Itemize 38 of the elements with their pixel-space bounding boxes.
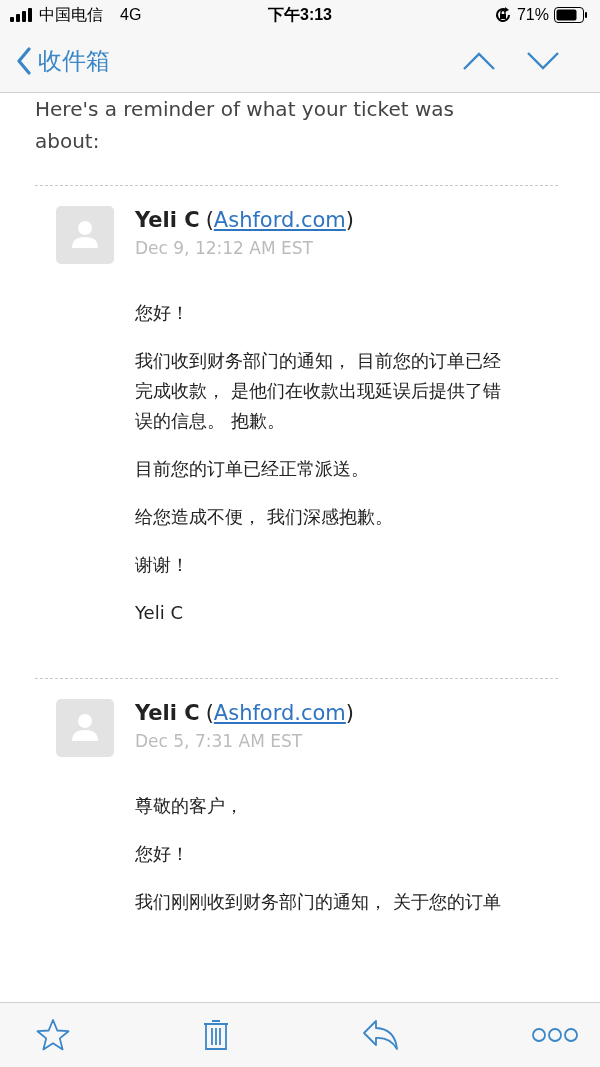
- star-button[interactable]: [36, 1018, 70, 1052]
- status-time: 下午3:13: [267, 4, 333, 25]
- message-date: Dec 5, 7:31 AM EST: [135, 731, 304, 751]
- avatar-icon: [56, 699, 114, 757]
- trash-button[interactable]: [202, 1018, 230, 1052]
- message-paragraph: 您好！: [135, 301, 190, 325]
- sender-link[interactable]: Ashford.com: [213, 701, 346, 725]
- sender-link[interactable]: Ashford.com: [213, 208, 346, 232]
- message-date: Dec 9, 12:12 AM EST: [135, 238, 314, 258]
- carrier-name: 中国电信: [39, 4, 103, 25]
- parenthesis: (: [205, 208, 214, 232]
- message-paragraph: 尊敬的客户，: [135, 794, 244, 818]
- network-type: 4G: [120, 6, 142, 24]
- more-button[interactable]: [532, 1027, 578, 1043]
- back-button[interactable]: 收件箱: [16, 45, 110, 77]
- back-chevron-icon: [16, 47, 32, 75]
- message-paragraph: 谢谢！: [135, 553, 190, 577]
- reply-button[interactable]: [362, 1019, 400, 1051]
- battery-icon: [554, 7, 588, 23]
- message-paragraph: 您好！: [135, 842, 190, 866]
- parenthesis: ): [345, 701, 355, 725]
- message-paragraph: 我们刚刚收到财务部门的通知， 关于您的订单: [135, 890, 502, 914]
- avatar-icon: [56, 206, 114, 264]
- parenthesis: ): [345, 208, 355, 232]
- intro-text: Here's a reminder of what your ticket was: [35, 96, 455, 123]
- signal-icon: [10, 8, 34, 22]
- sender-name: Yeli C: [135, 701, 200, 725]
- rotation-lock-icon: [493, 6, 512, 24]
- sender-name: Yeli C: [135, 208, 200, 232]
- message-paragraph: 我们收到财务部门的通知， 目前您的订单已经完成收款， 是他们在收款出现延误后提供了错误的信息。 抱歉。: [135, 349, 502, 433]
- battery-percent: 71%: [516, 6, 549, 24]
- intro-text: about:: [35, 128, 101, 155]
- message-paragraph: 目前您的订单已经正常派送。: [135, 457, 370, 481]
- message-paragraph: Yeli C: [135, 601, 184, 625]
- message-paragraph: 给您造成不便， 我们深感抱歉。: [135, 505, 394, 529]
- previous-button[interactable]: [462, 51, 496, 71]
- next-button[interactable]: [526, 51, 560, 71]
- parenthesis: (: [205, 701, 214, 725]
